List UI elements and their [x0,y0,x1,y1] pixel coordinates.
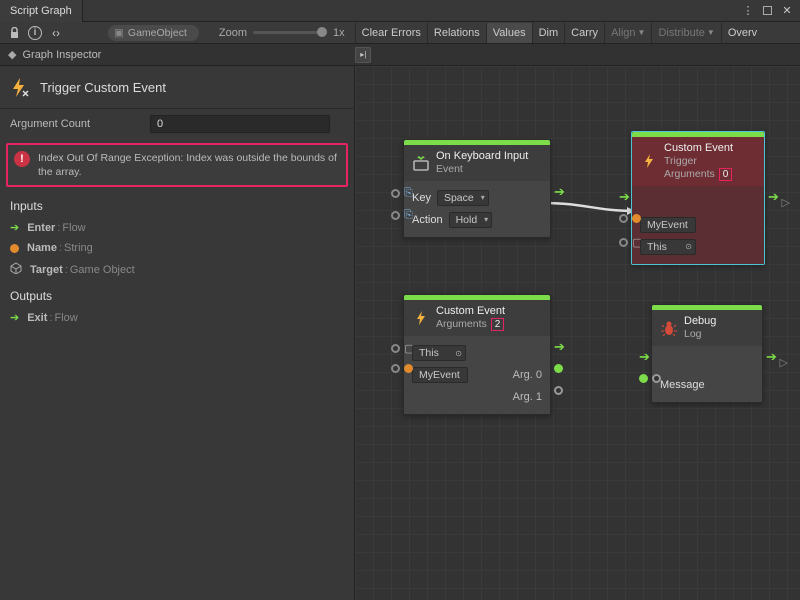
titlebar: Script Graph ⋮ ✕ [0,0,800,22]
flow-out-port[interactable]: ➔ [768,192,777,201]
error-icon: ! [14,151,30,167]
graph-canvas[interactable]: On Keyboard InputEvent ⎘ Key Space ➔ ⎘ A… [355,66,800,600]
arg-count-input[interactable] [150,115,330,133]
node-keyboard-input[interactable]: On Keyboard InputEvent ⎘ Key Space ➔ ⎘ A… [403,139,551,238]
keyboard-icon [412,154,430,172]
inputs-heading: Inputs [0,191,354,217]
outputs-heading: Outputs [0,281,354,307]
play-icon: ▷ [782,196,790,209]
input-row: Target:Game Object [0,258,354,281]
node-title: Trigger Custom Event [40,80,166,95]
bolt-icon [412,309,430,327]
relations-button[interactable]: Relations [427,23,486,43]
bolt-icon [640,152,658,170]
node-debug-log[interactable]: DebugLog ➔ ➔ ▷ Message [651,304,763,403]
link-icon: ⎘ [404,187,413,200]
diamond-icon: ◆ [8,48,16,61]
flow-out-port[interactable]: ➔ [766,352,775,361]
bolt-icon [8,76,30,98]
flow-in-port[interactable]: ➔ [639,352,648,361]
event-name-input[interactable]: MyEvent [412,367,468,383]
data-out-port[interactable] [554,386,563,395]
bug-icon [660,319,678,337]
target-dropdown[interactable]: This [412,345,466,361]
info-icon[interactable]: i [28,26,42,40]
object-icon [10,262,22,277]
lock-icon[interactable] [2,23,26,43]
error-box: ! Index Out Of Range Exception: Index wa… [6,143,348,187]
node-custom-event[interactable]: Custom Event Arguments2 ▢ This ➔ MyEvent… [403,294,551,415]
distribute-button[interactable]: Distribute▼ [651,23,720,43]
zoom-slider[interactable] [253,31,327,34]
inspector-toolbar: ◆ Graph Inspector ▸| [0,44,800,66]
input-row: ➔ Enter:Flow [0,217,354,238]
input-row: Name:String [0,238,354,258]
clear-errors-button[interactable]: Clear Errors [355,23,427,43]
dim-button[interactable]: Dim [532,23,565,43]
string-icon [10,244,19,253]
action-dropdown[interactable]: Hold [449,212,493,228]
carry-button[interactable]: Carry [564,23,604,43]
zoom-control[interactable]: Zoom 1x [219,27,345,39]
key-dropdown[interactable]: Space [437,190,489,206]
target-field[interactable]: ▣ GameObject [108,25,199,41]
graph-inspector-label: Graph Inspector [22,49,101,61]
overview-button[interactable]: Overv [721,23,763,43]
maximize-icon[interactable] [763,6,772,15]
flow-out-port[interactable]: ➔ [554,342,563,351]
code-icon[interactable]: ‹› [44,23,68,43]
inspector-panel: Trigger Custom Event Argument Count ! In… [0,66,355,600]
flow-icon: ➔ [10,221,19,234]
menu-icon[interactable]: ⋮ [741,4,755,17]
collapse-icon[interactable]: ▸| [355,47,371,63]
main-toolbar: i ‹› ▣ GameObject Zoom 1x Clear Errors R… [0,22,800,44]
window-tab[interactable]: Script Graph [0,0,83,22]
target-dropdown[interactable]: This [640,239,696,255]
close-icon[interactable]: ✕ [780,4,794,17]
data-in-port[interactable] [639,374,648,383]
data-out-port[interactable] [554,364,563,373]
flow-icon: ➔ [10,311,19,324]
cube-icon: ▣ [114,27,124,39]
event-name-input[interactable]: MyEvent [640,217,696,233]
play-icon: ▷ [780,356,788,369]
arg-count-label: Argument Count [10,118,140,130]
node-trigger-custom-event[interactable]: Custom Event Trigger Arguments0 ➔ ➔ ▷ My… [631,131,765,265]
flow-in-port[interactable]: ➔ [619,192,628,201]
values-button[interactable]: Values [486,23,532,43]
align-button[interactable]: Align▼ [604,23,651,43]
flow-out-port[interactable]: ➔ [554,187,563,196]
link-icon: ⎘ [404,209,413,222]
output-row: ➔ Exit:Flow [0,307,354,328]
